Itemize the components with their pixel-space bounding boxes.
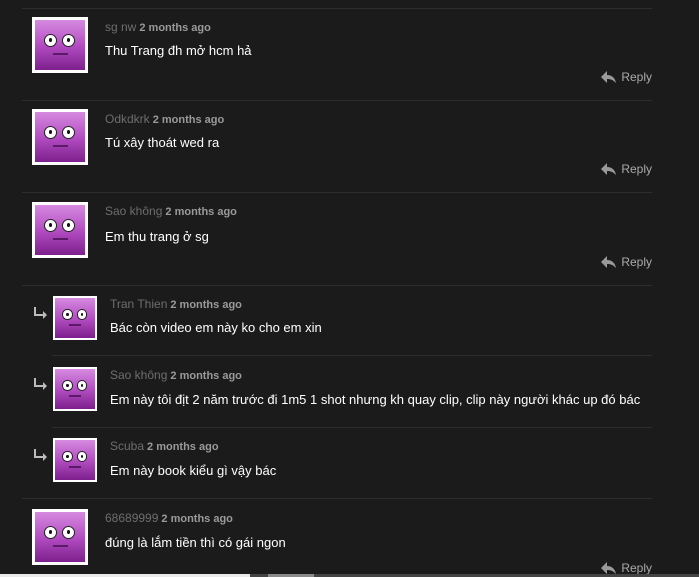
comment-text: Em này tôi địt 2 năm trước đi 1m5 1 shot… <box>110 392 641 407</box>
divider <box>52 355 652 356</box>
comment-time: 2 months ago <box>161 513 233 525</box>
comment-time: 2 months ago <box>165 206 237 218</box>
avatar[interactable] <box>53 438 97 482</box>
reply-arrow-icon <box>601 562 617 574</box>
comment-author[interactable]: Sao không <box>110 368 167 382</box>
comment-text: Em thu trang ở sg <box>105 229 209 244</box>
comment-time: 2 months ago <box>139 22 211 34</box>
reply-arrow-icon <box>601 256 617 268</box>
face-avatar-icon <box>55 298 95 338</box>
avatar[interactable] <box>32 17 88 73</box>
nested-reply-arrow-icon <box>34 449 47 461</box>
comment-text: Em này book kiểu gì vậy bác <box>110 463 277 478</box>
comment-text: Tú xây thoát wed ra <box>105 135 220 150</box>
reply-arrow-icon <box>601 71 617 83</box>
comment-time: 2 months ago <box>152 114 225 126</box>
reply-button[interactable]: Reply <box>601 255 652 269</box>
comment-author[interactable]: Scuba <box>110 439 144 453</box>
comment-time: 2 months ago <box>170 370 242 382</box>
divider <box>22 100 652 101</box>
avatar[interactable] <box>32 202 88 258</box>
face-avatar-icon <box>35 20 85 70</box>
comment-author[interactable]: Sao không <box>105 204 162 218</box>
divider <box>52 427 652 428</box>
comment-text: đúng là lắm tiền thì có gái ngon <box>105 535 286 550</box>
comment-author[interactable]: Odkdkrk <box>105 112 150 126</box>
reply-button[interactable]: Reply <box>601 561 652 575</box>
comment-meta: sg nw 2 months ago <box>105 20 211 34</box>
avatar[interactable] <box>32 109 88 165</box>
reply-button[interactable]: Reply <box>601 70 652 84</box>
divider <box>22 192 652 193</box>
face-avatar-icon <box>55 369 95 409</box>
nested-reply-arrow-icon <box>34 378 47 390</box>
comment-meta: 68689999 2 months ago <box>105 511 233 525</box>
comment-meta: Sao không 2 months ago <box>110 368 242 382</box>
comment-author[interactable]: sg nw <box>105 20 136 34</box>
divider <box>22 8 652 9</box>
reply-label: Reply <box>621 255 652 269</box>
comment-author[interactable]: 68689999 <box>105 511 158 525</box>
comment-meta: Odkdkrk 2 months ago <box>105 112 224 126</box>
reply-arrow-icon <box>601 163 617 175</box>
reply-label: Reply <box>621 70 652 84</box>
divider <box>22 498 652 499</box>
comment-text: Thu Trang đh mở hcm hả <box>105 43 252 58</box>
face-avatar-icon <box>55 440 95 480</box>
nested-reply-arrow-icon <box>34 307 47 319</box>
avatar[interactable] <box>53 367 97 411</box>
comment-meta: Sao không 2 months ago <box>105 204 237 218</box>
face-avatar-icon <box>35 205 85 255</box>
face-avatar-icon <box>35 512 85 562</box>
reply-button[interactable]: Reply <box>601 162 652 176</box>
reply-label: Reply <box>621 561 652 575</box>
divider <box>22 285 652 286</box>
comment-author[interactable]: Tran Thien <box>110 297 167 311</box>
avatar[interactable] <box>53 296 97 340</box>
comment-meta: Tran Thien 2 months ago <box>110 297 242 311</box>
comment-time: 2 months ago <box>147 441 219 453</box>
comment-text: Bác còn video em này ko cho em xin <box>110 320 322 335</box>
comment-time: 2 months ago <box>170 299 242 311</box>
comment-meta: Scuba 2 months ago <box>110 439 219 453</box>
reply-label: Reply <box>621 162 652 176</box>
face-avatar-icon <box>35 112 85 162</box>
avatar[interactable] <box>32 509 88 565</box>
